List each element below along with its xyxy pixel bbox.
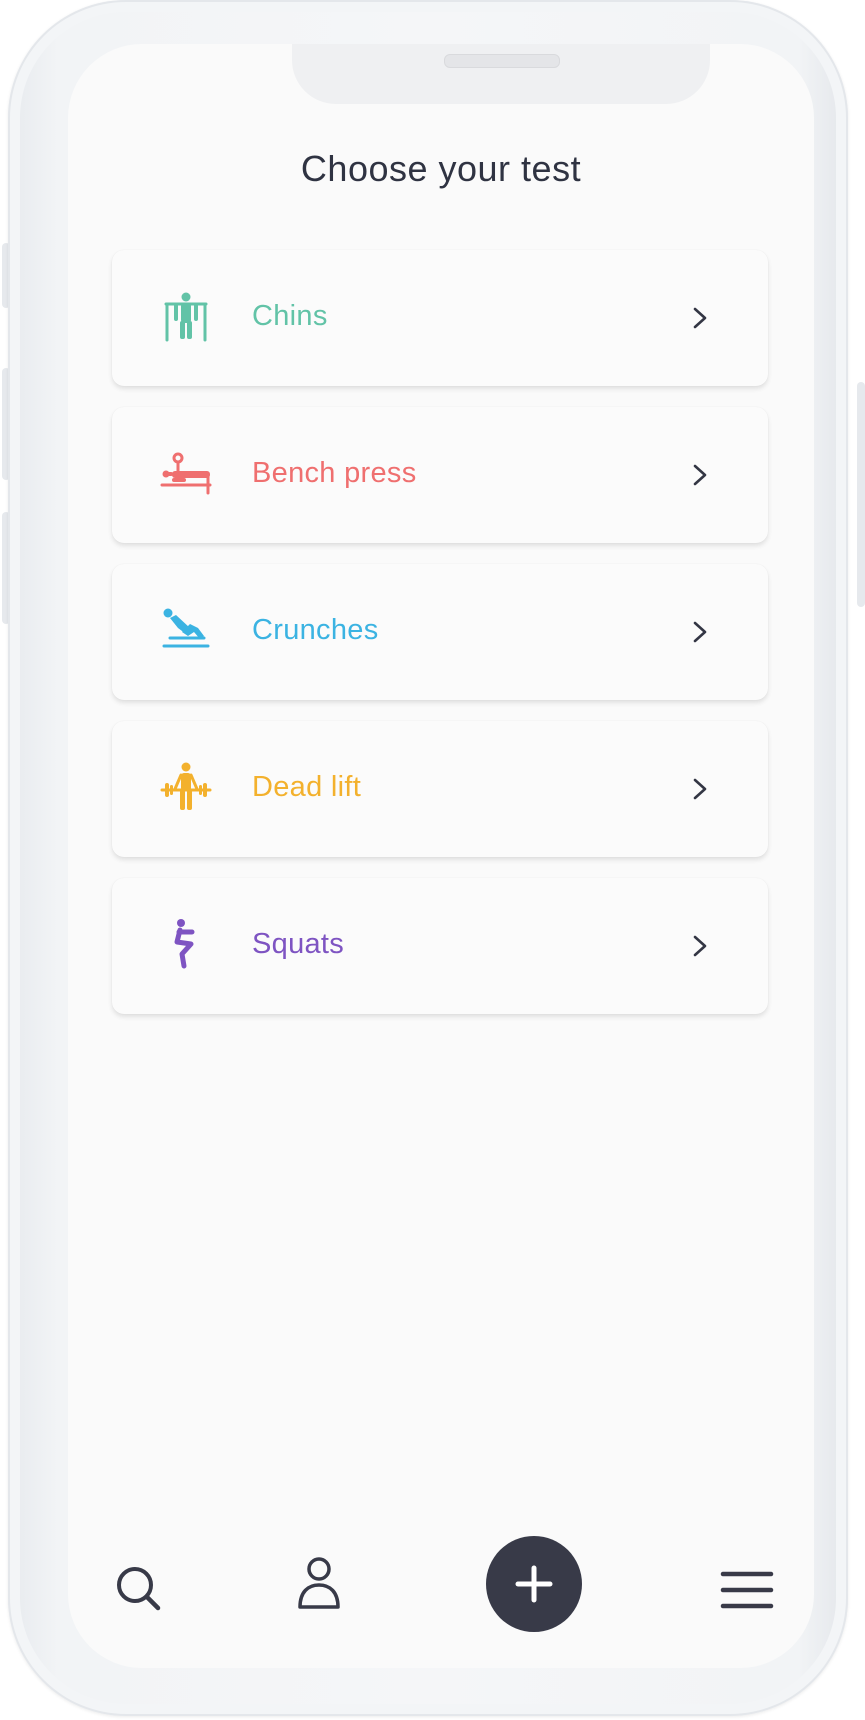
chevron-right-icon [690, 932, 710, 960]
test-label: Crunches [252, 614, 379, 646]
squat-icon-svg [174, 919, 195, 969]
test-label: Chins [252, 300, 328, 332]
test-item-squats[interactable]: Squats [112, 878, 768, 1014]
nav-menu-button[interactable] [720, 1570, 774, 1610]
test-label: Bench press [252, 457, 417, 489]
test-list: Chins Bench press Crunches Dead lift Squ… [112, 250, 768, 1035]
plus-icon [515, 1565, 553, 1603]
sit-up-icon-svg [162, 608, 210, 648]
search-icon [117, 1567, 161, 1611]
test-label: Squats [252, 928, 345, 960]
test-item-crunches[interactable]: Crunches [112, 564, 768, 700]
page-title: Choose your test [300, 148, 582, 189]
test-label: Dead lift [252, 771, 362, 803]
phone-frame: Choose your test Chins Bench press Crunc… [8, 0, 848, 1716]
pull-up-icon [160, 290, 212, 342]
add-test-button[interactable] [486, 1536, 582, 1632]
chevron-right-icon [690, 775, 710, 803]
app-screen: Choose your test Chins Bench press Crunc… [68, 44, 814, 1668]
squat-icon [160, 918, 212, 970]
pull-up-icon-svg [164, 292, 208, 342]
chevron-right-icon [690, 461, 710, 489]
test-item-dead-lift[interactable]: Dead lift [112, 721, 768, 857]
bottom-nav [68, 1524, 814, 1644]
hamburger-menu-icon [720, 1571, 774, 1609]
bench-press-icon-svg [160, 452, 212, 495]
nav-profile-button[interactable] [296, 1556, 342, 1612]
sit-up-icon [160, 604, 212, 656]
deadlift-icon-svg [160, 762, 212, 810]
power-button [857, 382, 865, 607]
chevron-right-icon [690, 304, 710, 332]
bench-press-icon [160, 447, 212, 499]
nav-search-button[interactable] [114, 1564, 164, 1614]
notch [292, 44, 710, 104]
earpiece-speaker [444, 54, 560, 68]
user-icon [298, 1557, 340, 1609]
test-item-chins[interactable]: Chins [112, 250, 768, 386]
device-mockup: Choose your test Chins Bench press Crunc… [0, 0, 865, 1720]
chevron-right-icon [690, 618, 710, 646]
test-item-bench-press[interactable]: Bench press [112, 407, 768, 543]
deadlift-icon [160, 761, 212, 813]
